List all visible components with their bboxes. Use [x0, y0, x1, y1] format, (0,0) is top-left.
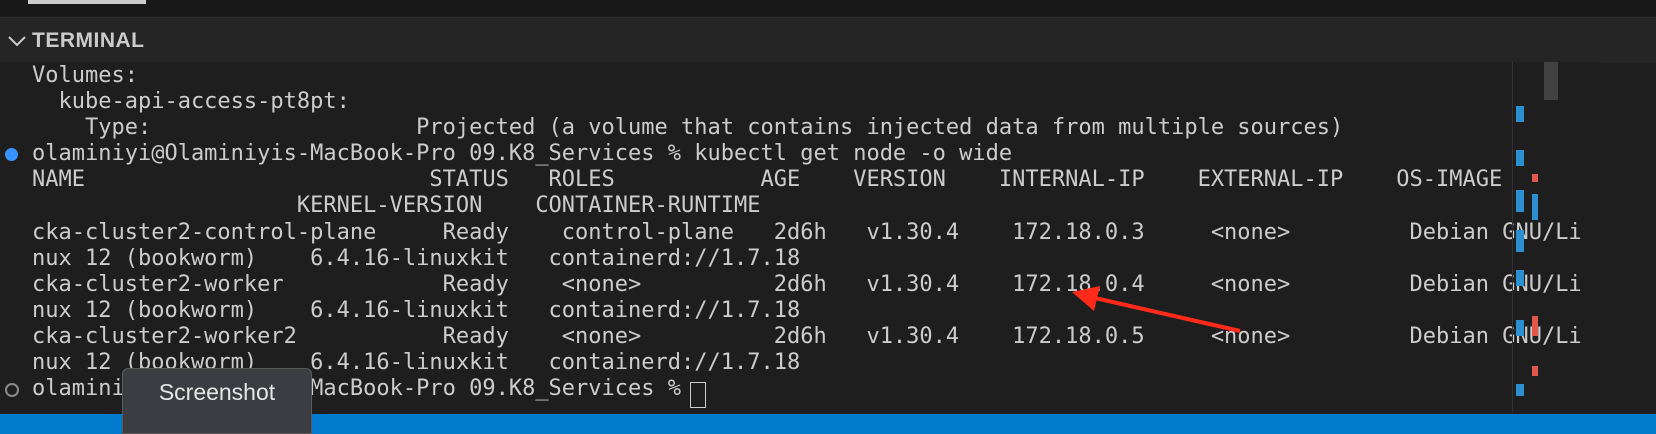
ruler-mark	[1516, 384, 1524, 396]
ruler-mark	[1532, 366, 1538, 376]
terminal-line: NAME STATUS ROLES AGE VERSION INTERNAL-I…	[32, 167, 1503, 192]
command-success-dot-icon[interactable]	[5, 148, 18, 161]
overview-ruler[interactable]	[1500, 62, 1556, 412]
terminal-line: cka-cluster2-worker Ready <none> 2d6h v1…	[32, 272, 1582, 297]
terminal-command-line: olaminiyi@Olaminiyis-MacBook-Pro 09.K8_S…	[32, 141, 1013, 166]
active-tab-indicator	[28, 0, 146, 4]
terminal-line: Volumes:	[32, 63, 138, 88]
terminal-panel-header: TERMINAL	[0, 17, 1656, 63]
tooltip-label: Screenshot	[158, 379, 276, 405]
ruler-mark	[1516, 230, 1524, 252]
ruler-mark	[1532, 316, 1538, 336]
ruler-mark	[1516, 270, 1524, 286]
ruler-mark	[1516, 320, 1524, 336]
terminal-line: nux 12 (bookworm) 6.4.16-linuxkit contai…	[32, 246, 801, 271]
panel-title: TERMINAL	[32, 28, 145, 52]
terminal-cursor	[690, 382, 706, 408]
ruler-mark	[1516, 106, 1524, 122]
ruler-mark	[1532, 194, 1538, 220]
scrollbar-thumb[interactable]	[1544, 62, 1558, 100]
ruler-mark	[1516, 190, 1524, 212]
terminal-line: cka-cluster2-worker2 Ready <none> 2d6h v…	[32, 324, 1582, 349]
command-pending-dot-icon[interactable]	[5, 383, 19, 397]
terminal-line: cka-cluster2-control-plane Ready control…	[32, 220, 1582, 245]
editor-tab-strip	[0, 0, 1656, 16]
terminal-line: nux 12 (bookworm) 6.4.16-linuxkit contai…	[32, 298, 801, 323]
terminal-line: Type: Projected (a volume that contains …	[32, 115, 1344, 140]
screenshot-tooltip: Screenshot	[122, 368, 312, 434]
ruler-mark	[1516, 150, 1524, 166]
terminal-line: kube-api-access-pt8pt:	[32, 89, 350, 114]
ruler-mark	[1532, 174, 1538, 182]
chevron-down-icon[interactable]	[6, 30, 28, 52]
terminal-line: KERNEL-VERSION CONTAINER-RUNTIME	[32, 193, 761, 218]
